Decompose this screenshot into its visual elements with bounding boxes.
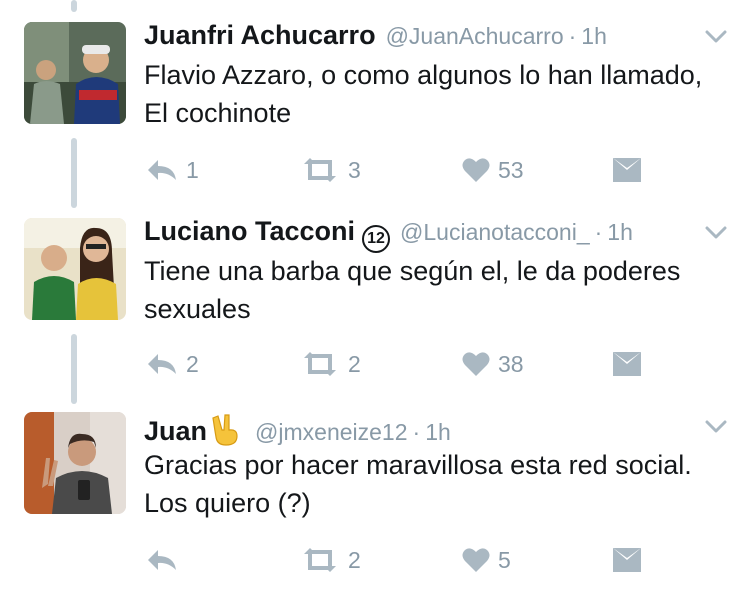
heart-icon [462, 158, 490, 182]
avatar[interactable] [24, 218, 126, 320]
reply-button[interactable]: 2 [146, 344, 199, 384]
tweet[interactable]: Juan @jmxeneize12 · 1h Gracias por hacer… [0, 408, 750, 588]
reply-icon [148, 354, 176, 374]
chevron-down-icon[interactable] [705, 420, 727, 434]
like-button[interactable]: 38 [462, 344, 524, 384]
action-bar: 1 3 53 [0, 150, 750, 190]
tweet-header: Juan @jmxeneize12 · 1h [144, 408, 451, 446]
retweet-icon [304, 352, 336, 376]
tweet-header: Juanfri Achucarro @JuanAchucarro · 1h [144, 20, 607, 54]
user-handle[interactable]: @JuanAchucarro [386, 23, 564, 50]
envelope-icon [613, 548, 641, 572]
timestamp[interactable]: 1h [607, 219, 633, 246]
reply-button[interactable]: 1 [146, 150, 199, 190]
like-button[interactable]: 53 [462, 150, 524, 190]
tweet[interactable]: Juanfri Achucarro @JuanAchucarro · 1h Fl… [0, 18, 750, 198]
retweet-count: 2 [348, 350, 361, 377]
avatar-photo-icon [24, 412, 126, 514]
avatar[interactable] [24, 412, 126, 514]
like-count: 5 [498, 546, 511, 573]
chevron-down-icon[interactable] [705, 30, 727, 44]
like-count: 38 [498, 350, 524, 377]
thread-line [71, 0, 77, 12]
retweet-button[interactable]: 2 [300, 540, 361, 580]
display-name[interactable]: Juanfri Achucarro [144, 20, 376, 51]
retweet-button[interactable]: 2 [300, 344, 361, 384]
heart-icon [462, 548, 490, 572]
envelope-icon [613, 158, 641, 182]
tweet-header: Luciano Tacconi 12 @Lucianotacconi_ · 1h [144, 216, 633, 253]
separator-dot: · [412, 419, 421, 445]
separator-dot: · [568, 23, 577, 49]
user-handle[interactable]: @Lucianotacconi_ [400, 219, 590, 246]
envelope-icon [613, 352, 641, 376]
message-button[interactable] [612, 150, 642, 190]
display-name[interactable]: Luciano Tacconi [144, 216, 355, 247]
reply-icon [148, 550, 176, 570]
retweet-count: 2 [348, 546, 361, 573]
display-name[interactable]: Juan [144, 416, 207, 447]
reply-count: 1 [186, 156, 199, 183]
retweet-icon [304, 548, 336, 572]
like-count: 53 [498, 156, 524, 183]
tweet-text: Tiene una barba que según el, le da pode… [144, 256, 681, 324]
heart-icon [462, 352, 490, 376]
reply-icon [148, 160, 176, 180]
like-button[interactable]: 5 [462, 540, 511, 580]
tweet-text: Gracias por hacer maravillosa esta red s… [144, 450, 692, 518]
user-handle[interactable]: @jmxeneize12 [255, 419, 407, 446]
victory-hand-icon [212, 414, 238, 446]
retweet-icon [304, 158, 336, 182]
timestamp[interactable]: 1h [425, 419, 451, 446]
avatar-photo-icon [24, 218, 126, 320]
reply-button[interactable] [146, 540, 186, 580]
chevron-down-icon[interactable] [705, 226, 727, 240]
number-badge: 12 [362, 225, 391, 253]
retweet-button[interactable]: 3 [300, 150, 361, 190]
message-button[interactable] [612, 344, 642, 384]
tweet[interactable]: Luciano Tacconi 12 @Lucianotacconi_ · 1h… [0, 214, 750, 394]
tweet-text: Flavio Azzaro, o como algunos lo han lla… [144, 60, 703, 128]
action-bar: 2 2 38 [0, 344, 750, 384]
avatar[interactable] [24, 22, 126, 124]
timestamp[interactable]: 1h [581, 23, 607, 50]
separator-dot: · [594, 219, 603, 245]
retweet-count: 3 [348, 156, 361, 183]
message-button[interactable] [612, 540, 642, 580]
avatar-photo-icon [24, 22, 126, 124]
reply-count: 2 [186, 350, 199, 377]
action-bar: 2 5 [0, 540, 750, 580]
